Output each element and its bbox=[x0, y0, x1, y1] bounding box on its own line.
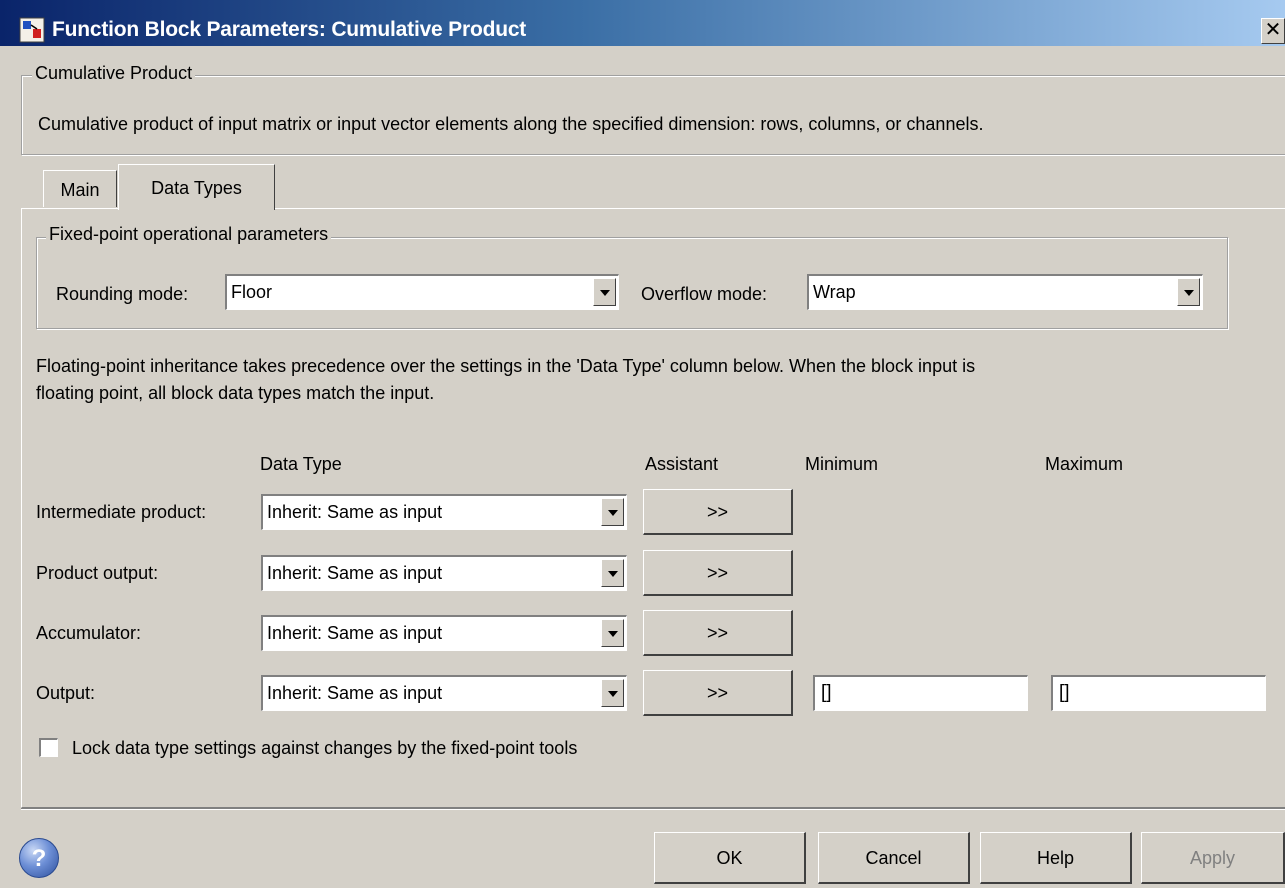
output-minimum-field[interactable]: [] bbox=[813, 675, 1028, 711]
output-maximum-value: [] bbox=[1059, 682, 1070, 703]
inheritance-note-line-2: floating point, all block data types mat… bbox=[36, 383, 435, 403]
close-button[interactable]: ✕ bbox=[1261, 18, 1285, 44]
rounding-mode-value: Floor bbox=[231, 282, 273, 302]
apply-button[interactable]: Apply bbox=[1141, 832, 1285, 884]
tab-data-types[interactable]: Data Types bbox=[118, 164, 275, 210]
chevron-down-icon[interactable] bbox=[601, 619, 624, 647]
inheritance-note-line-1: Floating-point inheritance takes precede… bbox=[36, 356, 976, 376]
product-output-assistant-button[interactable]: >> bbox=[643, 550, 793, 596]
column-header-assistant: Assistant bbox=[645, 454, 719, 474]
overflow-mode-select[interactable]: Wrap bbox=[807, 274, 1203, 310]
lock-data-type-label: Lock data type settings against changes … bbox=[72, 738, 578, 758]
fixed-point-group-legend: Fixed-point operational parameters bbox=[46, 224, 332, 245]
accumulator-assistant-button[interactable]: >> bbox=[643, 610, 793, 656]
block-description: Cumulative product of input matrix or in… bbox=[38, 114, 984, 134]
accumulator-type-select[interactable]: Inherit: Same as input bbox=[261, 615, 627, 651]
product-output-label: Product output: bbox=[36, 563, 159, 583]
lock-data-type-checkbox[interactable] bbox=[39, 738, 58, 757]
rounding-mode-label: Rounding mode: bbox=[56, 284, 189, 304]
column-header-data-type: Data Type bbox=[260, 454, 342, 474]
tab-main[interactable]: Main bbox=[43, 170, 117, 207]
chevron-down-icon[interactable] bbox=[601, 679, 624, 707]
ok-button[interactable]: OK bbox=[654, 832, 806, 884]
column-header-minimum: Minimum bbox=[805, 454, 879, 474]
window-title: Function Block Parameters: Cumulative Pr… bbox=[52, 18, 527, 41]
chevron-down-icon[interactable] bbox=[601, 559, 624, 587]
rounding-mode-select[interactable]: Floor bbox=[225, 274, 619, 310]
output-minimum-value: [] bbox=[821, 682, 832, 703]
product-output-type-select[interactable]: Inherit: Same as input bbox=[261, 555, 627, 591]
intermediate-product-type-value: Inherit: Same as input bbox=[267, 502, 443, 522]
output-type-value: Inherit: Same as input bbox=[267, 683, 443, 703]
close-icon: ✕ bbox=[1264, 19, 1282, 41]
output-type-select[interactable]: Inherit: Same as input bbox=[261, 675, 627, 711]
intermediate-product-label: Intermediate product: bbox=[36, 502, 207, 522]
footer-divider bbox=[21, 808, 1285, 810]
help-button[interactable]: Help bbox=[980, 832, 1132, 884]
chevron-down-icon[interactable] bbox=[1177, 278, 1200, 306]
output-maximum-field[interactable]: [] bbox=[1051, 675, 1266, 711]
output-assistant-button[interactable]: >> bbox=[643, 670, 793, 716]
output-label: Output: bbox=[36, 683, 96, 703]
overflow-mode-label: Overflow mode: bbox=[641, 284, 768, 304]
intermediate-product-assistant-button[interactable]: >> bbox=[643, 489, 793, 535]
simulink-block-icon bbox=[19, 17, 45, 43]
chevron-down-icon[interactable] bbox=[593, 278, 616, 306]
column-header-maximum: Maximum bbox=[1045, 454, 1124, 474]
chevron-down-icon[interactable] bbox=[601, 498, 624, 526]
intermediate-product-type-select[interactable]: Inherit: Same as input bbox=[261, 494, 627, 530]
help-icon[interactable]: ? bbox=[19, 838, 59, 878]
description-group-legend: Cumulative Product bbox=[32, 63, 196, 84]
cancel-button[interactable]: Cancel bbox=[818, 832, 970, 884]
overflow-mode-value: Wrap bbox=[813, 282, 856, 302]
accumulator-label: Accumulator: bbox=[36, 623, 142, 643]
accumulator-type-value: Inherit: Same as input bbox=[267, 623, 443, 643]
product-output-type-value: Inherit: Same as input bbox=[267, 563, 443, 583]
